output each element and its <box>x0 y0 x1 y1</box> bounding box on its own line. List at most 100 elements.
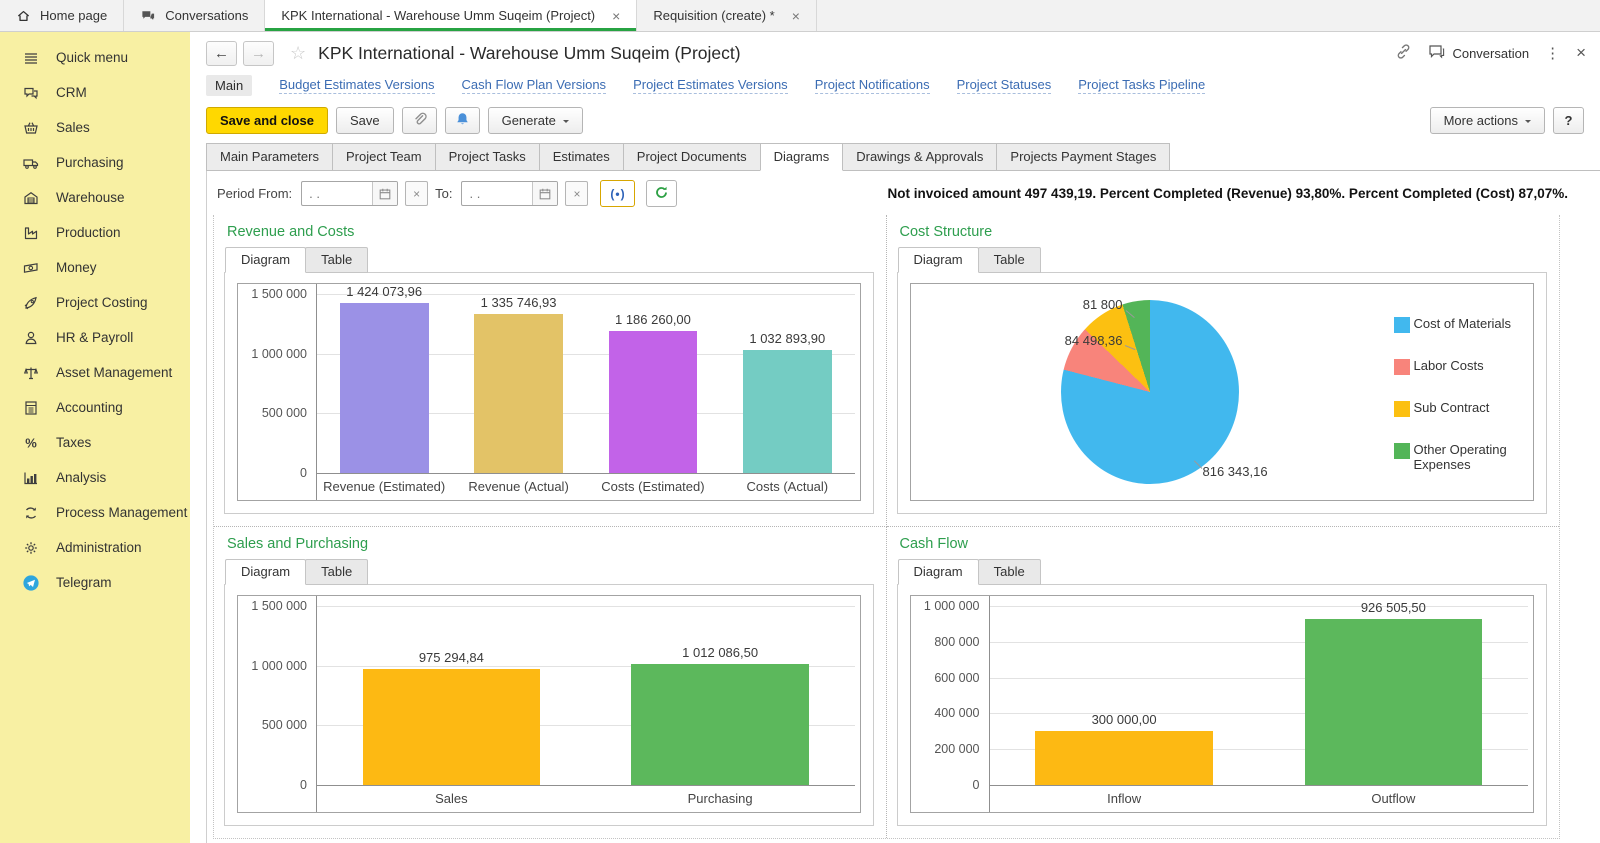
legend-swatch <box>1394 401 1410 417</box>
x-category-label: Costs (Estimated) <box>586 479 720 494</box>
taxes-icon: % <box>21 434 41 452</box>
y-tick-label: 500 000 <box>262 406 307 420</box>
grid-line <box>317 606 855 607</box>
more-menu-icon[interactable]: ⋮ <box>1545 44 1560 62</box>
sidebar-item-asset-management[interactable]: Asset Management <box>0 355 190 390</box>
tab-diagram[interactable]: Diagram <box>898 247 979 273</box>
home-icon <box>16 8 31 23</box>
revenue-costs-chart: 1 500 0001 000 000500 0000 1 424 073,96R… <box>237 283 861 501</box>
sidebar-item-label: Administration <box>56 540 142 555</box>
nav-link-project-tasks-pipeline[interactable]: Project Tasks Pipeline <box>1078 77 1205 94</box>
sidebar-item-label: CRM <box>56 85 87 100</box>
y-tick-label: 1 500 000 <box>251 599 307 613</box>
crm-icon <box>21 84 41 102</box>
nav-link-budget-estimates-versions[interactable]: Budget Estimates Versions <box>279 77 434 94</box>
period-from-input[interactable] <box>302 186 372 201</box>
bar-purchasing <box>631 664 808 785</box>
attachments-button[interactable] <box>402 107 437 134</box>
sidebar-item-analysis[interactable]: Analysis <box>0 460 190 495</box>
sidebar-item-label: Money <box>56 260 97 275</box>
nav-link-project-notifications[interactable]: Project Notifications <box>815 77 930 94</box>
sidebar-item-money[interactable]: Money <box>0 250 190 285</box>
accounting-icon <box>21 399 41 417</box>
sidebar-item-accounting[interactable]: Accounting <box>0 390 190 425</box>
conversation-button[interactable]: Conversation <box>1428 44 1529 62</box>
nav-link-cash-flow-plan-versions[interactable]: Cash Flow Plan Versions <box>462 77 607 94</box>
help-button[interactable]: ? <box>1553 107 1584 134</box>
broadcast-icon: (•) <box>610 187 625 201</box>
sidebar-item-label: Accounting <box>56 400 123 415</box>
y-tick-label: 500 000 <box>262 718 307 732</box>
back-button[interactable]: ← <box>206 41 237 66</box>
y-axis: 1 500 0001 000 000500 0000 <box>238 596 316 812</box>
close-form-icon[interactable]: × <box>1576 43 1586 63</box>
more-actions-label: More actions <box>1444 113 1518 128</box>
sidebar-item-administration[interactable]: Administration <box>0 530 190 565</box>
conversations-tab[interactable]: Conversations <box>124 0 265 31</box>
cost-structure-chart: 81 800 84 498,36 816 343,16 Cost of Mate… <box>910 283 1535 501</box>
process-management-icon <box>21 504 41 522</box>
save-button[interactable]: Save <box>336 107 394 134</box>
chevron-down-icon <box>1525 120 1531 126</box>
home-page-label: Home page <box>40 8 107 23</box>
save-and-close-button[interactable]: Save and close <box>206 107 328 134</box>
tab-diagram[interactable]: Diagram <box>225 559 306 585</box>
forward-button[interactable]: → <box>243 41 274 66</box>
panel-sales-and-purchasing: Sales and Purchasing Diagram Table 1 500… <box>214 527 887 838</box>
doc-tab-requisition[interactable]: Requisition (create) * × <box>637 0 817 31</box>
doc-tab-project[interactable]: KPK International - Warehouse Umm Suqeim… <box>265 0 637 31</box>
sidebar-item-production[interactable]: Production <box>0 215 190 250</box>
bell-icon <box>455 111 470 130</box>
legend-label: Other Operating Expenses <box>1414 443 1540 473</box>
x-category-label: Costs (Actual) <box>720 479 854 494</box>
tab-diagrams[interactable]: Diagrams <box>760 143 844 171</box>
sidebar-item-process-management[interactable]: Process Management <box>0 495 190 530</box>
telegram-icon <box>21 574 41 592</box>
nav-link-project-estimates-versions[interactable]: Project Estimates Versions <box>633 77 788 94</box>
close-icon[interactable]: × <box>612 8 620 24</box>
tab-estimates[interactable]: Estimates <box>539 143 624 171</box>
tab-diagram[interactable]: Diagram <box>225 247 306 273</box>
clear-date-icon[interactable]: × <box>405 181 428 206</box>
tab-table[interactable]: Table <box>305 559 368 585</box>
tab-diagram[interactable]: Diagram <box>898 559 979 585</box>
sidebar-item-taxes[interactable]: %Taxes <box>0 425 190 460</box>
refresh-button[interactable] <box>646 180 677 207</box>
tab-project-tasks[interactable]: Project Tasks <box>435 143 540 171</box>
warehouse-icon <box>21 189 41 207</box>
calendar-icon[interactable] <box>532 182 557 205</box>
clear-date-icon[interactable]: × <box>565 181 588 206</box>
tab-project-documents[interactable]: Project Documents <box>623 143 761 171</box>
sidebar-item-quick-menu[interactable]: Quick menu <box>0 40 190 75</box>
period-variants-button[interactable]: (•) <box>600 180 635 207</box>
period-to-input[interactable] <box>462 186 532 201</box>
tab-drawings-approvals[interactable]: Drawings & Approvals <box>842 143 997 171</box>
tab-project-team[interactable]: Project Team <box>332 143 436 171</box>
sidebar-item-hr-payroll[interactable]: HR & Payroll <box>0 320 190 355</box>
tab-projects-payment-stages[interactable]: Projects Payment Stages <box>996 143 1170 171</box>
sidebar-item-telegram[interactable]: Telegram <box>0 565 190 600</box>
document-header: ← → ☆ KPK International - Warehouse Umm … <box>190 32 1600 72</box>
generate-button[interactable]: Generate <box>488 107 583 134</box>
close-icon[interactable]: × <box>792 8 800 24</box>
calendar-icon[interactable] <box>372 182 397 205</box>
more-actions-button[interactable]: More actions <box>1430 107 1545 134</box>
home-page-tab[interactable]: Home page <box>0 0 124 31</box>
sidebar-item-project-costing[interactable]: Project Costing <box>0 285 190 320</box>
copy-link-icon[interactable] <box>1395 43 1412 63</box>
tab-table[interactable]: Table <box>978 559 1041 585</box>
tab-main-parameters[interactable]: Main Parameters <box>206 143 333 171</box>
reminder-button[interactable] <box>445 107 480 134</box>
sidebar-item-sales[interactable]: Sales <box>0 110 190 145</box>
nav-link-project-statuses[interactable]: Project Statuses <box>957 77 1052 94</box>
tab-table[interactable]: Table <box>305 247 368 273</box>
legend-swatch <box>1394 443 1410 459</box>
doc-tab-project-label: KPK International - Warehouse Umm Suqeim… <box>281 8 595 23</box>
sidebar-item-warehouse[interactable]: Warehouse <box>0 180 190 215</box>
tab-table[interactable]: Table <box>978 247 1041 273</box>
favorite-star-icon[interactable]: ☆ <box>290 43 306 64</box>
sidebar-item-crm[interactable]: CRM <box>0 75 190 110</box>
sidebar-item-purchasing[interactable]: Purchasing <box>0 145 190 180</box>
nav-links: Main Budget Estimates Versions Cash Flow P… <box>190 72 1600 104</box>
nav-link-main[interactable]: Main <box>206 75 252 96</box>
